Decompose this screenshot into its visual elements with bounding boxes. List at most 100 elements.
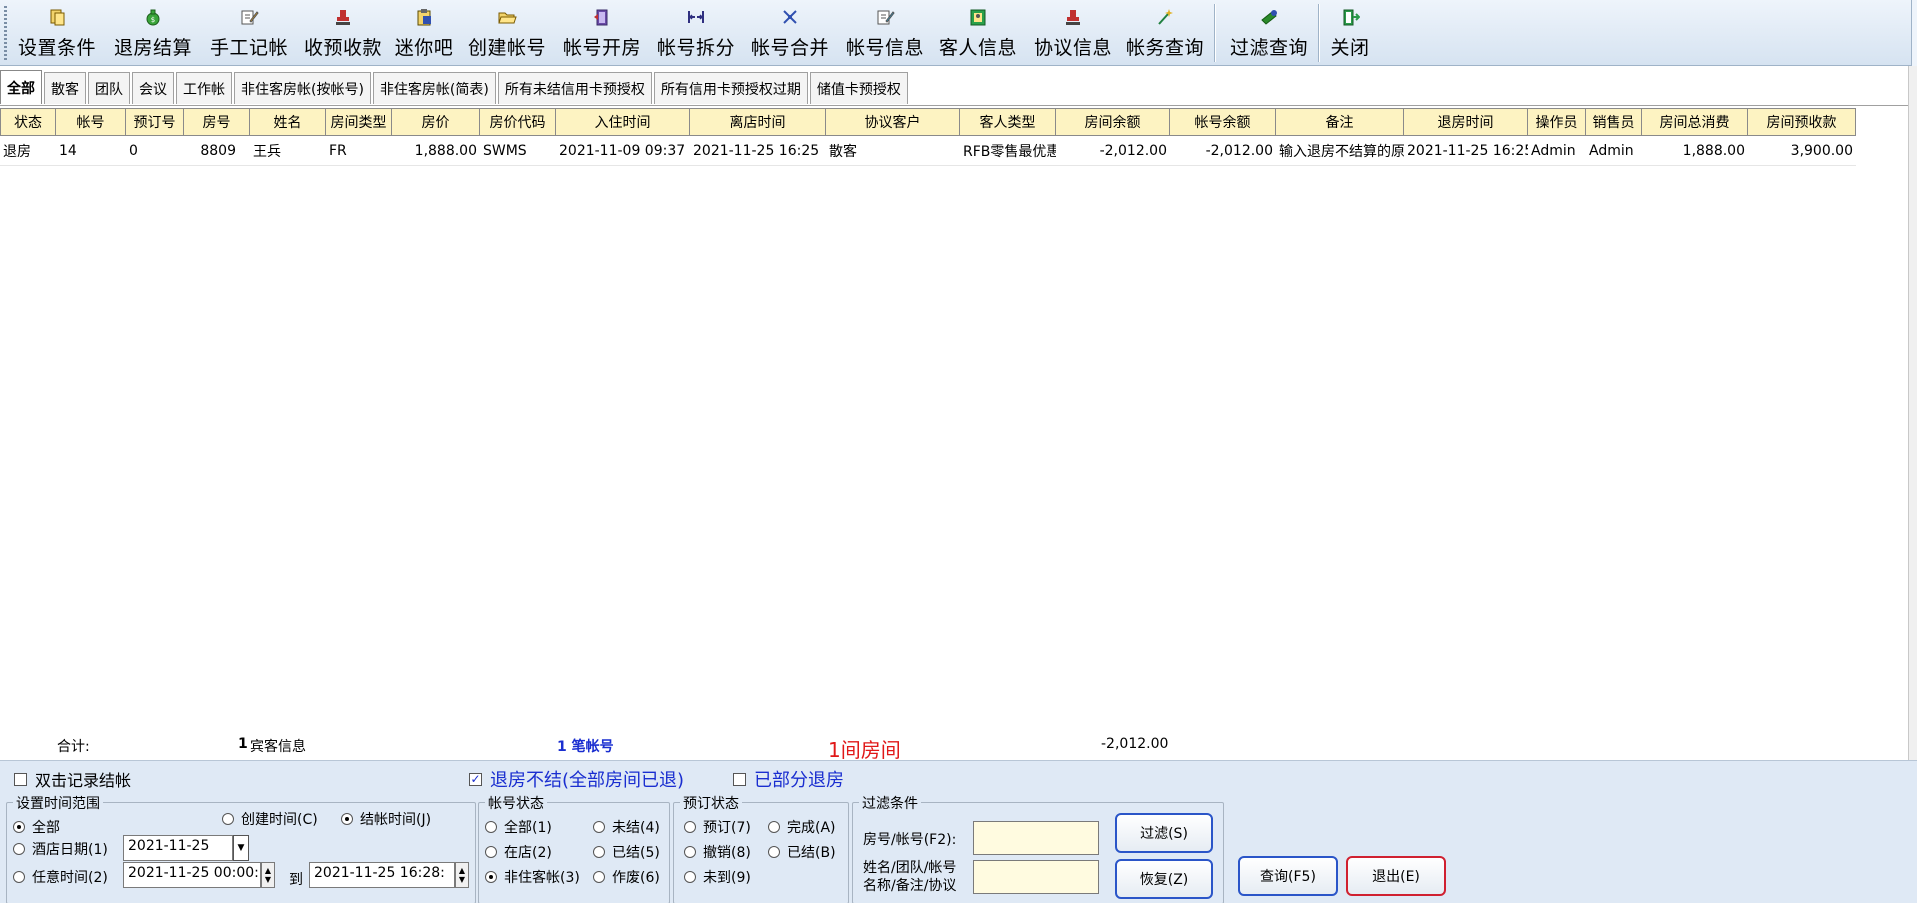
column-header[interactable]: 退房时间: [1404, 108, 1528, 136]
toolbar-button-11[interactable]: 客人信息: [934, 4, 1022, 62]
tab-2[interactable]: 散客: [44, 72, 86, 104]
radio-label: 未结(4): [612, 820, 660, 836]
toolbar-button-9[interactable]: 帐号合并: [746, 4, 834, 62]
radio-label: 完成(A): [787, 820, 836, 836]
split-icon: [686, 7, 706, 27]
column-header[interactable]: 房号: [184, 108, 250, 136]
booking-status-settled-radio[interactable]: 已结(B): [768, 842, 836, 862]
merge-icon: [780, 7, 800, 27]
table-cell: -2,012.00: [1170, 136, 1276, 166]
booking-status-reserved-radio[interactable]: 预订(7): [684, 817, 751, 837]
booking-status-noshow-radio[interactable]: 未到(9): [684, 867, 751, 887]
query-button[interactable]: 查询(F5): [1238, 856, 1338, 896]
toolbar-button-8[interactable]: 帐号拆分: [652, 4, 740, 62]
toolbar-grip[interactable]: [4, 6, 7, 60]
account-status-unsettled-radio[interactable]: 未结(4): [593, 817, 660, 837]
booking-status-cancel-radio[interactable]: 撤销(8): [684, 842, 751, 862]
date-dropdown-icon[interactable]: ▼: [233, 835, 249, 861]
restore-button[interactable]: 恢复(Z): [1115, 859, 1213, 899]
column-header[interactable]: 房价: [392, 108, 480, 136]
folder-open-icon: [497, 7, 517, 27]
toolbar-button-10[interactable]: 帐号信息: [840, 4, 930, 62]
checkout-unsettled-checkbox[interactable]: ✓ 退房不结(全部房间已退): [469, 766, 684, 792]
column-header[interactable]: 协议客户: [826, 108, 960, 136]
tab-7[interactable]: 非住客房帐(简表): [372, 72, 496, 104]
account-status-settled-radio[interactable]: 已结(5): [593, 842, 660, 862]
column-header[interactable]: 姓名: [250, 108, 326, 136]
exit-door-icon: [1340, 7, 1360, 27]
tab-4[interactable]: 会议: [132, 72, 174, 104]
tab-3[interactable]: 团队: [88, 72, 130, 104]
radio-label: 结帐时间(J): [360, 812, 432, 828]
accounts-grid: 状态 帐号 预订号 房号 姓名 房间类型 房价 房价代码 入住时间 离店时间 协议客户 客人类型 房间余…: [0, 108, 1856, 166]
column-header[interactable]: 客人类型: [960, 108, 1056, 136]
tab-8[interactable]: 所有未结信用卡预授权: [497, 72, 652, 104]
column-header[interactable]: 入住时间: [556, 108, 690, 136]
column-header[interactable]: 帐号余额: [1170, 108, 1276, 136]
vertical-scrollbar[interactable]: [1908, 66, 1917, 760]
toolbar-button-6[interactable]: 创建帐号: [464, 4, 550, 62]
table-cell: 输入退房不结算的原: [1276, 136, 1404, 166]
column-header[interactable]: 房间余额: [1056, 108, 1170, 136]
column-header[interactable]: 房价代码: [480, 108, 556, 136]
toolbar-button-label: 客人信息: [938, 37, 1017, 59]
column-header[interactable]: 操作员: [1528, 108, 1586, 136]
hotel-date-input[interactable]: 2021-11-25: [123, 835, 233, 861]
column-header[interactable]: 房间类型: [326, 108, 392, 136]
dblclick-settle-checkbox[interactable]: 双击记录结帐: [14, 767, 131, 791]
column-header[interactable]: 预订号: [126, 108, 184, 136]
time-to-input[interactable]: 2021-11-25 16:28:: [309, 862, 455, 888]
table-cell: 1,888.00: [392, 136, 480, 166]
account-status-nonguest-radio[interactable]: 非住客帐(3): [485, 867, 580, 887]
time-from-input[interactable]: 2021-11-25 00:00:: [123, 862, 261, 888]
exit-button[interactable]: 退出(E): [1346, 856, 1446, 896]
toolbar-button-7[interactable]: 帐号开房: [558, 4, 646, 62]
tab-10[interactable]: 储值卡预授权: [809, 72, 908, 104]
toolbar-button-label: 协议信息: [1033, 37, 1112, 59]
radio-icon: [222, 813, 234, 825]
account-status-void-radio[interactable]: 作废(6): [593, 867, 660, 887]
toolbar-button-label: 帐务查询: [1125, 37, 1204, 59]
table-row[interactable]: 退房 14 0 8809 王兵 FR 1,888.00 SWMS 2021-11-09 09:3…: [0, 136, 1856, 166]
tab-5[interactable]: 工作帐: [176, 72, 232, 104]
toolbar-button-15[interactable]: 关闭: [1328, 4, 1372, 62]
hotel-date-radio[interactable]: 酒店日期(1): [13, 839, 108, 859]
all-time-radio[interactable]: 全部: [13, 817, 60, 837]
column-header[interactable]: 状态: [0, 108, 56, 136]
room-account-input[interactable]: [973, 821, 1099, 855]
time-from-spinner-icon[interactable]: ▲ ▼: [261, 862, 275, 888]
partial-checkout-checkbox[interactable]: 已部分退房: [733, 766, 844, 792]
checkout-unsettled-label: 退房不结(全部房间已退): [490, 770, 685, 791]
tab-1[interactable]: 全部: [0, 70, 42, 104]
any-time-radio[interactable]: 任意时间(2): [13, 867, 108, 887]
toolbar-button-5[interactable]: 迷你吧: [391, 4, 457, 62]
column-header[interactable]: 房间预收款: [1748, 108, 1856, 136]
settle-time-radio[interactable]: 结帐时间(J): [341, 809, 431, 829]
account-status-all-radio[interactable]: 全部(1): [485, 817, 552, 837]
radio-label: 全部: [32, 820, 60, 836]
toolbar-button-2[interactable]: $ 退房结算: [108, 4, 198, 62]
column-header[interactable]: 房间总消费: [1642, 108, 1748, 136]
toolbar-button-13[interactable]: 帐务查询: [1122, 4, 1208, 62]
booking-status-done-radio[interactable]: 完成(A): [768, 817, 836, 837]
column-header[interactable]: 备注: [1276, 108, 1404, 136]
toolbar-button-14[interactable]: 过滤查询: [1226, 4, 1312, 62]
toolbar-button-12[interactable]: 协议信息: [1028, 4, 1118, 62]
tab-6[interactable]: 非住客房帐(按帐号): [234, 72, 371, 104]
filter-button[interactable]: 过滤(S): [1115, 813, 1213, 853]
table-cell: 8809: [184, 136, 250, 166]
create-time-radio[interactable]: 创建时间(C): [222, 809, 318, 829]
radio-label: 在店(2): [504, 845, 552, 861]
toolbar-button-3[interactable]: 手工记帐: [204, 4, 294, 62]
column-header[interactable]: 离店时间: [690, 108, 826, 136]
radio-label: 创建时间(C): [241, 812, 318, 828]
account-status-inhouse-radio[interactable]: 在店(2): [485, 842, 552, 862]
toolbar-button-4[interactable]: 收预收款: [298, 4, 388, 62]
column-header[interactable]: 销售员: [1586, 108, 1642, 136]
toolbar-button-1[interactable]: 设置条件: [14, 4, 100, 62]
time-to-spinner-icon[interactable]: ▲ ▼: [455, 862, 469, 888]
name-search-input[interactable]: [973, 860, 1099, 894]
tab-9[interactable]: 所有信用卡预授权过期: [653, 72, 808, 104]
label-part: ▼: [264, 875, 272, 884]
column-header[interactable]: 帐号: [56, 108, 126, 136]
